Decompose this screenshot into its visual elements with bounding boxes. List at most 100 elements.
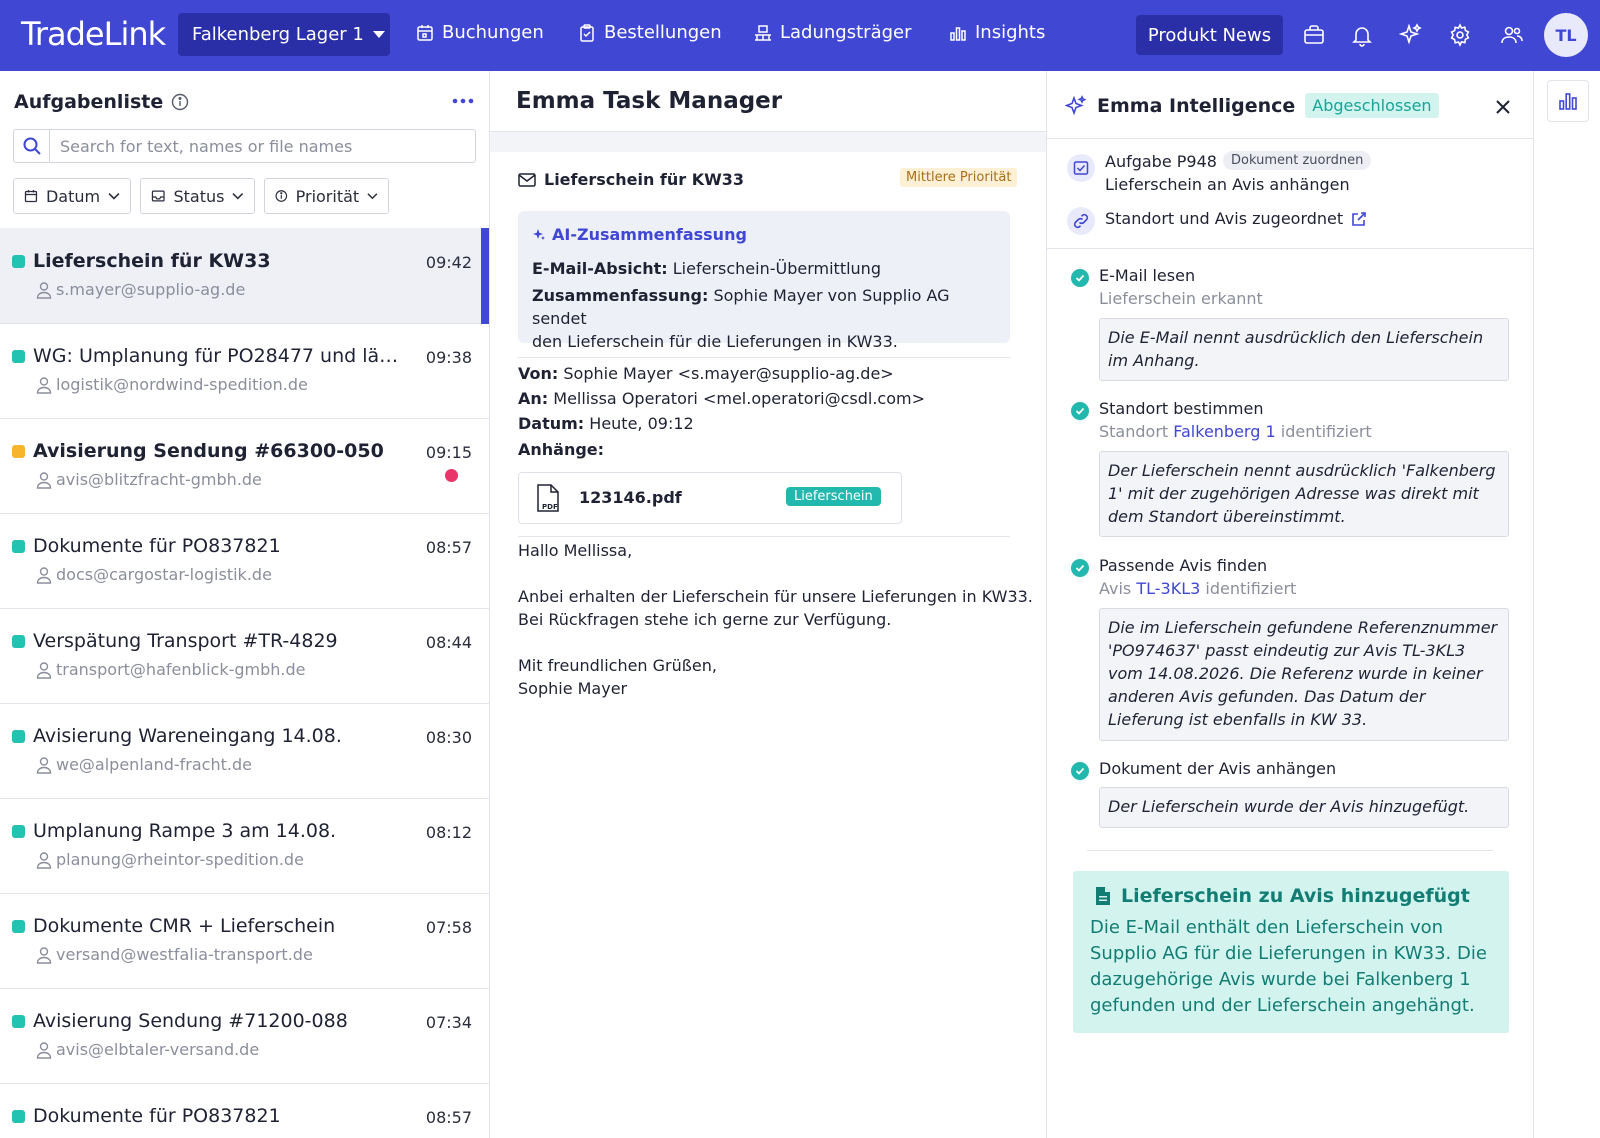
svg-text:PDF: PDF: [542, 503, 558, 511]
insights-toggle-button[interactable]: [1547, 80, 1589, 122]
nav-bookings[interactable]: Buchungen: [416, 22, 544, 43]
ai-intent-label: E-Mail-Absicht:: [532, 259, 668, 278]
product-news-button[interactable]: Produkt News: [1136, 15, 1283, 55]
step-reasoning: Der Lieferschein nennt ausdrücklich 'Fal…: [1099, 451, 1509, 537]
sparkle-icon[interactable]: [1399, 23, 1423, 47]
users-icon[interactable]: [1500, 23, 1524, 47]
user-avatar[interactable]: TL: [1544, 13, 1588, 57]
task-title: Dokumente CMR + Lieferschein: [33, 915, 336, 937]
step-result-prefix: Standort: [1099, 422, 1174, 441]
filter-priority[interactable]: Priorität: [264, 178, 389, 214]
task-time: 09:38: [425, 348, 472, 367]
task-time: 08:44: [425, 633, 472, 652]
step-result-prefix: Avis: [1099, 579, 1137, 598]
task-sender: versand@westfalia-transport.de: [36, 945, 313, 964]
sparkle-icon: [533, 228, 545, 240]
task-list-panel: Aufgabenliste Datum Status Priorität Lie…: [0, 71, 490, 1138]
mail-to-value: Mellissa Operatori <mel.operatori@csdl.c…: [553, 389, 925, 408]
task-list-item[interactable]: Avisierung Sendung #71200-088 07:34 avis@e…: [0, 988, 489, 1084]
pdf-file-icon: PDF: [537, 484, 559, 512]
task-sender: transport@hafenblick-gmbh.de: [36, 660, 306, 679]
search-icon[interactable]: [14, 130, 50, 162]
task-sender-email: we@alpenland-fracht.de: [56, 755, 252, 774]
bell-icon[interactable]: [1350, 23, 1374, 47]
ai-summary-line-2: den Lieferschein für die Lieferungen in …: [532, 332, 898, 351]
priority-dot: [12, 730, 25, 743]
step-result: Standort Falkenberg 1 identifiziert: [1099, 422, 1372, 441]
location-link[interactable]: Falkenberg 1: [1173, 422, 1275, 441]
attachment-item[interactable]: PDF 123146.pdf Lieferschein: [518, 472, 902, 524]
task-icon: [1067, 154, 1095, 182]
priority-dot: [12, 635, 25, 648]
avis-link[interactable]: TL-3KL3: [1136, 579, 1200, 598]
assignment-link[interactable]: Standort und Avis zugeordnet: [1105, 209, 1367, 228]
ai-summary: Zusammenfassung: Sophie Mayer von Suppli…: [532, 284, 998, 353]
nav-orders[interactable]: Bestellungen: [578, 22, 722, 43]
task-list-item[interactable]: Avisierung Wareneingang 14.08. 08:30 we@al…: [0, 703, 489, 799]
selected-indicator: [481, 228, 489, 324]
task-list-item[interactable]: Verspätung Transport #TR-4829 08:44 transp…: [0, 608, 489, 704]
mail-subject-text: Lieferschein für KW33: [544, 170, 745, 189]
app-logo[interactable]: TradeLink: [21, 15, 166, 53]
filter-date[interactable]: Datum: [13, 178, 131, 214]
mail-date-label: Datum:: [518, 414, 585, 433]
ai-summary-title: AI-Zusammenfassung: [552, 225, 747, 244]
mail-signature: Sophie Mayer: [518, 679, 628, 698]
assignment-link-text: Standort und Avis zugeordnet: [1105, 209, 1344, 228]
info-icon[interactable]: [171, 93, 189, 111]
nav-bookings-label: Buchungen: [442, 22, 544, 43]
priority-dot: [12, 1110, 25, 1123]
filter-status[interactable]: Status: [140, 178, 255, 214]
ai-summary-box: AI-Zusammenfassung E-Mail-Absicht: Liefe…: [518, 211, 1010, 351]
task-list-item[interactable]: Umplanung Rampe 3 am 14.08. 08:12 planung@…: [0, 798, 489, 894]
person-icon: [36, 946, 52, 964]
inbox-icon: [151, 190, 165, 202]
person-icon: [36, 471, 52, 489]
task-manager-title: Emma Task Manager: [516, 88, 783, 114]
task-title: Umplanung Rampe 3 am 14.08.: [33, 820, 337, 842]
task-list-item[interactable]: Avisierung Sendung #66300-050 09:15 avis@b…: [0, 418, 489, 514]
step-title: Standort bestimmen: [1099, 399, 1264, 418]
task-sender: logistik@nordwind-spedition.de: [36, 375, 308, 394]
task-sender-email: versand@westfalia-transport.de: [56, 945, 313, 964]
briefcase-icon[interactable]: [1302, 23, 1326, 47]
task-search: [13, 129, 476, 163]
mail-attachments: Anhänge:: [518, 440, 604, 459]
close-icon[interactable]: [1495, 99, 1511, 115]
mail-date-value: Heute, 09:12: [589, 414, 694, 433]
mail-from-label: Von:: [518, 364, 559, 383]
sparkle-icon: [1065, 94, 1087, 115]
task-title: Verspätung Transport #TR-4829: [33, 630, 338, 652]
search-input[interactable]: [50, 136, 470, 156]
mail-icon: [518, 172, 536, 187]
task-title: Dokumente für PO837821: [33, 535, 281, 557]
task-sender-email: transport@hafenblick-gmbh.de: [56, 660, 306, 679]
nav-load-carriers-label: Ladungsträger: [780, 22, 912, 43]
location-select[interactable]: Falkenberg Lager 1: [178, 13, 390, 56]
task-list-item[interactable]: Dokumente für PO837821 08:57: [0, 1083, 489, 1138]
task-sender: docs@cargostar-logistik.de: [36, 565, 272, 584]
task-list-item[interactable]: Dokumente CMR + Lieferschein 07:58 versand…: [0, 893, 489, 989]
filter-status-label: Status: [173, 186, 225, 206]
task-type-chip: Dokument zuordnen: [1223, 151, 1372, 170]
task-list-item[interactable]: Lieferschein für KW33 09:42 s.mayer@suppli…: [0, 228, 489, 324]
nav-load-carriers[interactable]: Ladungsträger: [754, 22, 912, 43]
mail-closing: Mit freundlichen Grüßen,: [518, 656, 717, 675]
gear-icon[interactable]: [1448, 23, 1472, 47]
step-result: Avis TL-3KL3 identifiziert: [1099, 579, 1296, 598]
task-time: 08:57: [425, 1108, 472, 1127]
nav-insights[interactable]: Insights: [949, 22, 1045, 43]
divider: [1047, 248, 1533, 249]
task-sender: we@alpenland-fracht.de: [36, 755, 252, 774]
step-title: Dokument der Avis anhängen: [1099, 759, 1337, 778]
task-list-item[interactable]: WG: Umplanung für PO28477 und längere Li…: [0, 323, 489, 419]
task-sender: s.mayer@supplio-ag.de: [36, 280, 245, 299]
task-time: 07:58: [425, 918, 472, 937]
task-list-item[interactable]: Dokumente für PO837821 08:57 docs@cargosta…: [0, 513, 489, 609]
task-list-title: Aufgabenliste: [14, 91, 164, 113]
more-options-icon[interactable]: [452, 97, 474, 105]
step-title: E-Mail lesen: [1099, 266, 1196, 285]
task-manager-panel: Emma Task Manager Lieferschein für KW33 …: [490, 71, 1047, 1138]
link-icon: [1073, 213, 1089, 229]
step-title: Passende Avis finden: [1099, 556, 1268, 575]
